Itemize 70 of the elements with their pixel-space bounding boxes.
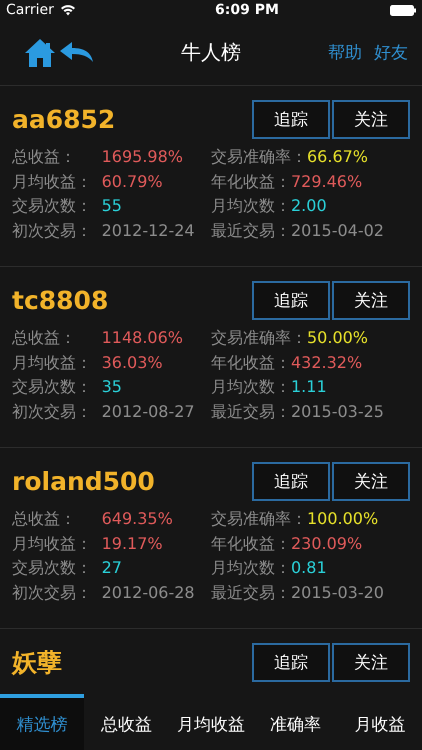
stat-value: 2015-03-20: [291, 582, 384, 604]
carrier-label: Carrier: [6, 2, 54, 18]
stat-label: 月均收益：: [12, 352, 93, 374]
stat-label: 交易次数：: [12, 195, 93, 217]
stat-label: 月均次数：: [211, 195, 291, 217]
track-button[interactable]: 追踪: [252, 462, 330, 501]
stat-label: 最近交易：: [211, 582, 291, 604]
stat-label: 交易准确率：: [211, 327, 307, 349]
stat-value: 1148.06%: [102, 327, 183, 349]
stat-label: 月均收益：: [12, 170, 93, 192]
stat-value: 2012-12-24: [102, 220, 195, 242]
stat-value: 1.11: [291, 376, 327, 398]
stat-label: 总收益：: [12, 146, 77, 168]
stat-value: 2012-08-27: [102, 400, 195, 422]
stat-value: 230.09%: [291, 532, 362, 554]
stat-value: 2.00: [291, 195, 327, 217]
stat-label: 年化收益：: [211, 352, 291, 374]
stat-value: 2015-03-25: [291, 400, 384, 422]
stat-value: 0.81: [291, 557, 327, 579]
stat-value: 729.46%: [291, 170, 362, 192]
stat-label: 初次交易：: [12, 400, 93, 422]
stat-label: 最近交易：: [211, 400, 291, 422]
stat-value: 35: [102, 376, 122, 398]
follow-button[interactable]: 关注: [332, 100, 410, 139]
track-button[interactable]: 追踪: [252, 100, 330, 139]
stat-label: 月均次数：: [211, 557, 291, 579]
stat-label: 月均收益：: [12, 532, 93, 554]
stat-label: 交易次数：: [12, 376, 93, 398]
tab[interactable]: 精选榜: [0, 694, 84, 750]
track-button[interactable]: 追踪: [252, 281, 330, 320]
back-arrow-icon[interactable]: [60, 42, 94, 64]
trader-name: roland500: [12, 467, 155, 496]
stat-label: 年化收益：: [211, 170, 291, 192]
stat-label: 最近交易：: [211, 220, 291, 242]
follow-button[interactable]: 关注: [332, 281, 410, 320]
stat-value: 19.17%: [102, 532, 163, 554]
trader-name: aa6852: [12, 105, 116, 134]
nav-link[interactable]: 帮助: [328, 41, 362, 64]
nav-link[interactable]: 好友: [374, 41, 408, 64]
stat-label: 月均次数：: [211, 376, 291, 398]
stat-value: 36.03%: [102, 352, 163, 374]
stat-value: 60.79%: [102, 170, 163, 192]
follow-button[interactable]: 关注: [332, 643, 410, 682]
stat-value: 1695.98%: [102, 146, 183, 168]
follow-button[interactable]: 关注: [332, 462, 410, 501]
stat-label: 初次交易：: [12, 220, 93, 242]
stat-label: 交易次数：: [12, 557, 93, 579]
track-button[interactable]: 追踪: [252, 643, 330, 682]
stat-label: 初次交易：: [12, 582, 93, 604]
trader-name: tc8808: [12, 286, 108, 315]
stat-label: 总收益：: [12, 508, 77, 530]
stat-label: 总收益：: [12, 327, 77, 349]
stat-value: 649.35%: [102, 508, 173, 530]
stat-value: 432.32%: [291, 352, 362, 374]
status-time: 6:09 PM: [215, 2, 279, 18]
stat-label: 交易准确率：: [211, 508, 307, 530]
home-icon[interactable]: [24, 38, 56, 68]
nav-title: 牛人榜: [180, 39, 242, 66]
stat-value: 2012-06-28: [102, 582, 195, 604]
stat-label: 交易准确率：: [211, 146, 307, 168]
stat-value: 100.00%: [307, 508, 378, 530]
stat-value: 27: [102, 557, 122, 579]
trader-name: 妖孽: [12, 647, 62, 679]
stat-value: 55: [102, 195, 122, 217]
stat-label: 年化收益：: [211, 532, 291, 554]
stat-value: 2015-04-02: [291, 220, 384, 242]
battery-icon: [390, 4, 416, 16]
wifi-icon: [60, 4, 76, 16]
stat-value: 50.00%: [307, 327, 368, 349]
stat-value: 66.67%: [307, 146, 368, 168]
